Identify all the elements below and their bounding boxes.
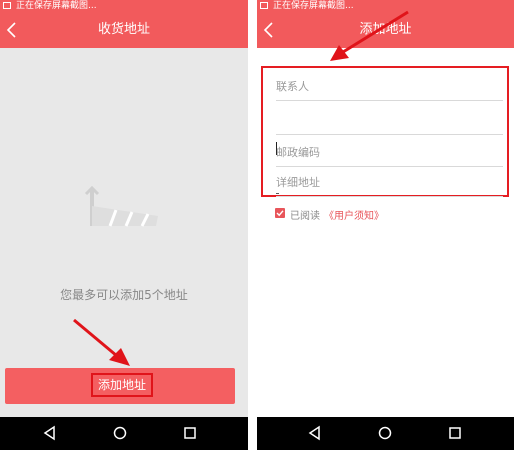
page-title: 收货地址 <box>97 22 150 37</box>
address-list-screen: 正在保存屏幕截图... 收货地址 您最多可以添加5个地址 添加地址 <box>0 0 248 450</box>
status-bar: 正在保存屏幕截图... <box>0 0 248 12</box>
detail-address-input[interactable] <box>276 168 503 197</box>
add-address-button[interactable]: 添加地址 <box>5 368 235 404</box>
status-bar: 正在保存屏幕截图... <box>257 0 514 12</box>
phone-input[interactable] <box>276 106 503 135</box>
checkbox-icon[interactable] <box>275 208 285 218</box>
status-text: 正在保存屏幕截图... <box>16 1 97 11</box>
add-address-button-label: 添加地址 <box>91 373 153 397</box>
title-bar: 添加地址 <box>257 12 514 48</box>
navigation-bar <box>0 417 248 450</box>
user-notice-link[interactable]: 《用户须知》 <box>324 207 384 222</box>
nav-recents-icon[interactable] <box>447 425 463 441</box>
postcode-input[interactable] <box>276 138 503 167</box>
screenshot-icon <box>260 2 268 9</box>
page-title: 添加地址 <box>359 22 412 37</box>
nav-back-icon[interactable] <box>307 425 323 441</box>
title-bar: 收货地址 <box>0 12 248 48</box>
nav-home-icon[interactable] <box>112 425 128 441</box>
empty-address-icon <box>84 185 158 227</box>
nav-back-icon[interactable] <box>42 425 58 441</box>
navigation-bar <box>257 417 514 450</box>
nav-home-icon[interactable] <box>377 425 393 441</box>
empty-hint-text: 您最多可以添加5个地址 <box>60 288 188 302</box>
address-form <box>261 66 509 197</box>
agreement-read-text: 已阅读 <box>290 211 320 222</box>
screenshot-icon <box>3 2 11 9</box>
nav-recents-icon[interactable] <box>182 425 198 441</box>
status-text: 正在保存屏幕截图... <box>273 1 354 11</box>
contact-input[interactable] <box>276 72 503 101</box>
add-address-screen: 正在保存屏幕截图... 添加地址 已阅读 《用户须知》 <box>257 0 514 450</box>
